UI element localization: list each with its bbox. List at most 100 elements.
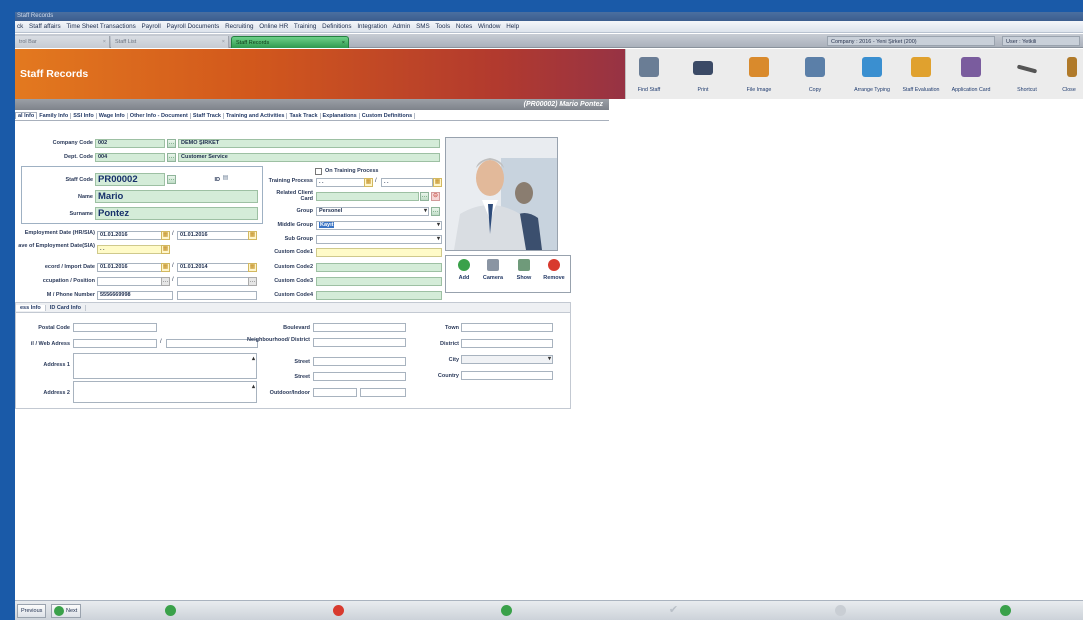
tab-general-info[interactable]: al Info [15, 112, 38, 119]
web-address-input[interactable] [166, 339, 258, 348]
menu-item-training[interactable]: Training [294, 23, 317, 30]
related-client-lookup-button[interactable]: … [420, 192, 429, 201]
training-from-input[interactable]: . . [316, 178, 366, 187]
address1-textarea[interactable]: ▴ [73, 353, 257, 379]
lookup-icon[interactable]: … [161, 277, 170, 286]
show-photo-button[interactable]: Show [510, 259, 538, 281]
menu-item-recruiting[interactable]: Recruiting [225, 23, 253, 30]
cancel-icon[interactable] [835, 605, 846, 616]
street1-input[interactable] [313, 357, 406, 366]
menu-item-tools[interactable]: Tools [435, 23, 450, 30]
mail-input[interactable] [73, 339, 157, 348]
employment-date-sia-input[interactable]: 01.01.2016 [177, 231, 257, 240]
menu-item-online-hr[interactable]: Online HR [259, 23, 288, 30]
calendar-icon[interactable]: ▦ [161, 263, 170, 272]
calendar-icon[interactable]: ▦ [433, 178, 442, 187]
surname-input[interactable]: Pontez [95, 207, 258, 220]
group-select[interactable]: Personel ▾ [316, 207, 429, 216]
middle-group-select[interactable]: Kayıt ▾ [316, 221, 442, 230]
tab-custom-definitions[interactable]: Custom Definitions [359, 113, 416, 119]
close-icon[interactable]: × [103, 36, 106, 48]
tab-staff-track[interactable]: Staff Track [190, 113, 224, 119]
name-input[interactable]: Mario [95, 190, 258, 203]
phone-extra-input[interactable] [177, 291, 257, 300]
city-select[interactable]: ▾ [461, 355, 553, 364]
position-input[interactable] [177, 277, 257, 286]
boulevard-input[interactable] [313, 323, 406, 332]
next-button[interactable]: Next [51, 604, 82, 618]
custom-code2-input[interactable] [316, 263, 442, 272]
file-image-button[interactable]: File Image [740, 49, 778, 99]
menu-item-notes[interactable]: Notes [456, 23, 472, 30]
clear-icon[interactable]: ⊖ [431, 192, 440, 201]
calendar-icon[interactable]: ▦ [161, 245, 170, 254]
tab-address-info[interactable]: ess Info [16, 305, 46, 311]
close-icon[interactable]: × [342, 37, 345, 49]
calendar-icon[interactable]: ▦ [248, 263, 257, 272]
menu-item-sms[interactable]: SMS [416, 23, 430, 30]
sub-group-select[interactable]: ▾ [316, 235, 442, 244]
on-training-checkbox[interactable] [315, 168, 322, 175]
group-lookup-button[interactable]: … [431, 207, 440, 216]
postal-code-input[interactable] [73, 323, 157, 332]
neighbourhood-input[interactable] [313, 338, 406, 347]
menu-item-payroll-documents[interactable]: Payroll Documents [166, 23, 219, 30]
menu-item-definitions[interactable]: Definitions [322, 23, 351, 30]
calendar-icon[interactable]: ▦ [161, 231, 170, 240]
tab-task-track[interactable]: Task Track [287, 113, 321, 119]
find-staff-button[interactable]: Find Staff [632, 49, 666, 99]
menu-item-time-sheet[interactable]: Time Sheet Transactions [66, 23, 135, 30]
staff-evaluation-button[interactable]: Staff Evaluation [898, 49, 944, 99]
remove-photo-button[interactable]: Remove [540, 259, 568, 281]
dept-lookup-button[interactable]: … [167, 153, 176, 162]
tab-id-card-info[interactable]: ID Card Info [45, 305, 86, 311]
phone-input[interactable]: 5556669998 [97, 291, 173, 300]
town-input[interactable] [461, 323, 553, 332]
district-input[interactable] [461, 339, 553, 348]
previous-button[interactable]: Previous [17, 604, 47, 618]
tab-family-info[interactable]: Family Info [37, 113, 72, 119]
record-date-input[interactable]: 01.01.2016 [97, 263, 169, 272]
related-client-input[interactable] [316, 192, 419, 201]
calendar-icon[interactable]: ▦ [364, 178, 373, 187]
calendar-icon[interactable]: ▦ [248, 231, 257, 240]
add-photo-button[interactable]: Add [450, 259, 478, 281]
arrange-typing-button[interactable]: Arrange Typing [850, 49, 894, 99]
print-button[interactable]: Print [686, 49, 720, 99]
dept-code-input[interactable]: 004 [95, 153, 165, 162]
lookup-icon[interactable]: … [248, 277, 257, 286]
menu-item-help[interactable]: Help [506, 23, 519, 30]
menu-item-admin[interactable]: Admin [392, 23, 410, 30]
custom-code1-input[interactable] [316, 248, 442, 257]
company-lookup-button[interactable]: … [167, 139, 176, 148]
menu-item-payroll[interactable]: Payroll [141, 23, 160, 30]
custom-code4-input[interactable] [316, 291, 442, 300]
camera-button[interactable]: Camera [479, 259, 507, 281]
refresh-icon[interactable] [501, 605, 512, 616]
delete-record-icon[interactable] [333, 605, 344, 616]
street2-input[interactable] [313, 372, 406, 381]
employment-date-input[interactable]: 01.01.2016 [97, 231, 169, 240]
staff-code-lookup-button[interactable]: … [167, 175, 176, 184]
menu-item-window[interactable]: Window [478, 23, 500, 30]
menu-item[interactable]: ck [17, 23, 23, 30]
indoor-input[interactable] [360, 388, 406, 397]
tab-wage-info[interactable]: Wage Info [96, 113, 128, 119]
staff-code-input[interactable]: PR00002 [95, 173, 165, 186]
doc-tab-control-bar[interactable]: trol Bar × [15, 36, 110, 48]
country-input[interactable] [461, 371, 553, 380]
application-card-button[interactable]: Application Card [948, 49, 994, 99]
tab-other-info[interactable]: Other Info - Document [127, 113, 191, 119]
close-button[interactable]: Close [1056, 49, 1082, 99]
tab-explanations[interactable]: Explanations [320, 113, 360, 119]
info-icon[interactable] [1000, 605, 1011, 616]
scroll-up-icon[interactable]: ▴ [252, 356, 255, 363]
copy-button[interactable]: Copy [798, 49, 832, 99]
close-icon[interactable]: × [222, 36, 225, 48]
menu-item-staff-affairs[interactable]: Staff affairs [29, 23, 61, 30]
import-date-input[interactable]: 01.01.2014 [177, 263, 257, 272]
tab-training[interactable]: Training and Activities [223, 113, 288, 119]
company-code-input[interactable]: 002 [95, 139, 165, 148]
outdoor-input[interactable] [313, 388, 357, 397]
save-check-icon[interactable]: ✔ [668, 605, 679, 616]
